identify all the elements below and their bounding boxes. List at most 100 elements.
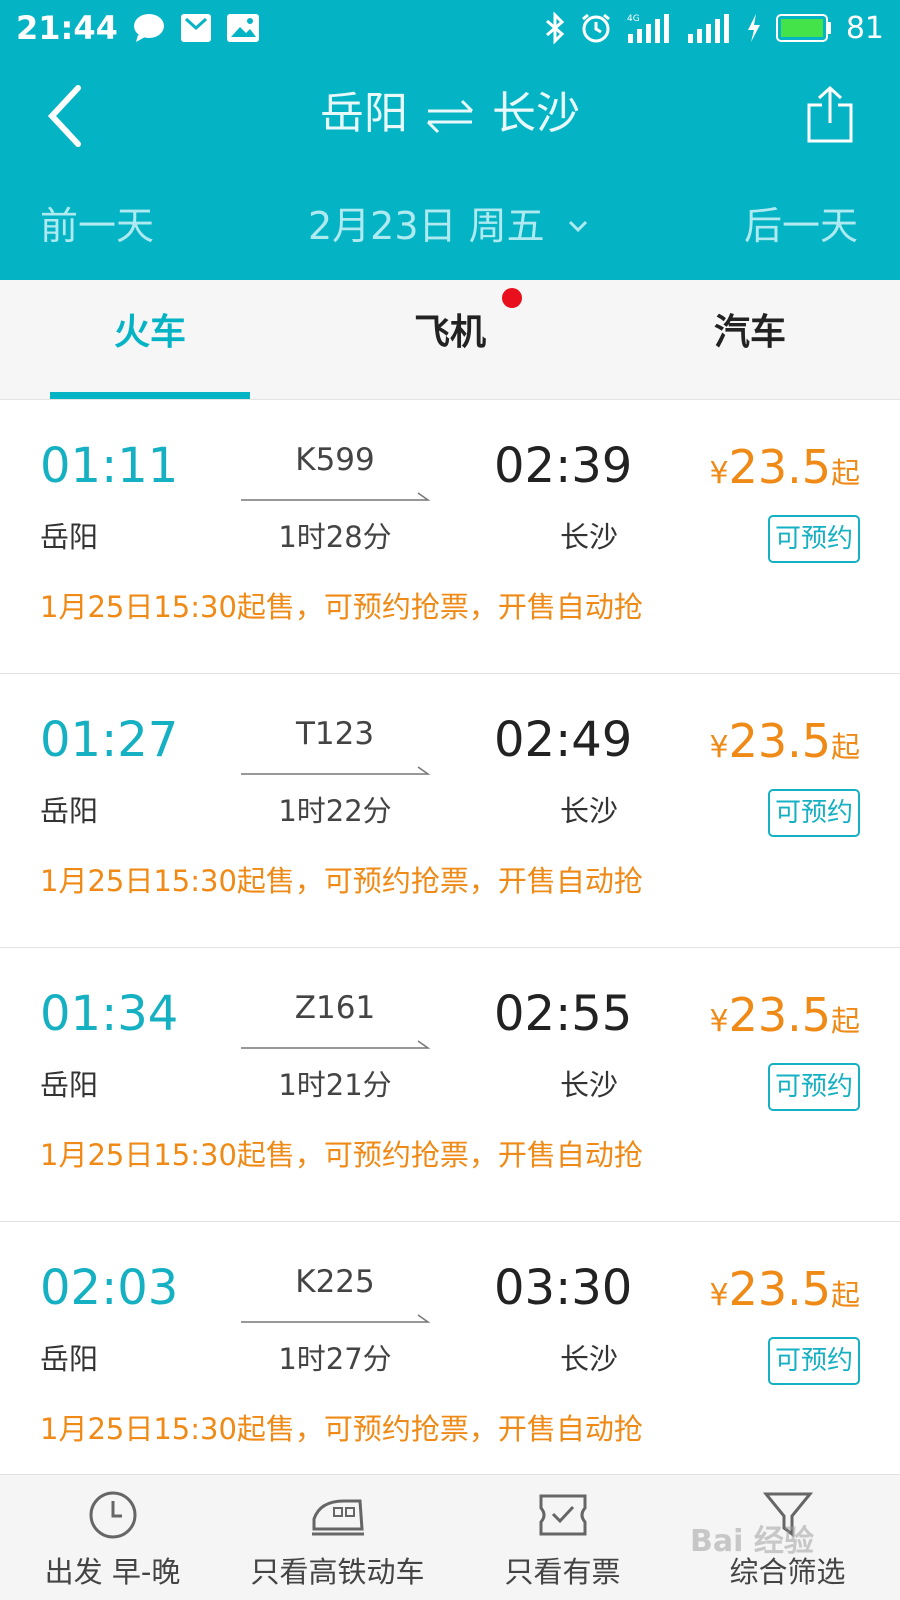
tab-flight-label: 飞机 — [413, 312, 486, 353]
status-badge[interactable]: 可预约 — [768, 1063, 860, 1111]
signal-icon — [686, 12, 732, 44]
currency-symbol: ¥ — [709, 730, 729, 765]
arrival-time: 02:49 — [494, 712, 633, 768]
departure-time: 02:03 — [40, 1260, 179, 1316]
charging-icon — [746, 13, 762, 43]
tab-train[interactable]: 火车 — [0, 280, 300, 400]
alarm-icon — [580, 12, 612, 44]
arrow-right-icon — [241, 492, 431, 501]
price-suffix: 起 — [830, 456, 860, 490]
departure-time: 01:11 — [40, 438, 179, 494]
departure-station: 岳阳 — [40, 1342, 99, 1376]
train-row[interactable]: 02:03 岳阳 K225 1时27分 03:30 长沙 ¥ 23.5 起 可预… — [0, 1222, 900, 1496]
train-number: T123 — [295, 716, 375, 752]
departure-time: 01:27 — [40, 712, 179, 768]
price-amount: 23.5 — [728, 714, 831, 768]
currency-symbol: ¥ — [709, 456, 729, 491]
4g-signal-icon: 4G — [626, 12, 672, 44]
active-tab-indicator — [50, 392, 250, 399]
filter-high-speed-button[interactable]: 只看高铁动车 — [225, 1475, 450, 1600]
sale-note: 1月25日15:30起售，可预约抢票，开售自动抢 — [40, 1412, 643, 1446]
prev-day-button[interactable]: 前一天 — [40, 196, 154, 256]
status-badge[interactable]: 可预约 — [768, 1337, 860, 1385]
tab-flight[interactable]: 飞机 — [300, 280, 600, 400]
train-number: K225 — [295, 1264, 375, 1300]
sale-note: 1月25日15:30起售，可预约抢票，开售自动抢 — [40, 1138, 643, 1172]
departure-station: 岳阳 — [40, 1068, 99, 1102]
price-amount: 23.5 — [728, 1262, 831, 1316]
price: ¥ 23.5 起 — [709, 440, 860, 494]
tab-train-label: 火车 — [113, 312, 186, 353]
filter-available-label: 只看有票 — [504, 1555, 621, 1589]
train-list: 01:11 岳阳 K599 1时28分 02:39 长沙 ¥ 23.5 起 可预… — [0, 400, 900, 1496]
bluetooth-icon — [544, 12, 566, 44]
tab-bus[interactable]: 汽车 — [600, 280, 900, 400]
status-badge[interactable]: 可预约 — [768, 789, 860, 837]
train-number: K599 — [295, 442, 375, 478]
train-row[interactable]: 01:11 岳阳 K599 1时28分 02:39 长沙 ¥ 23.5 起 可预… — [0, 400, 900, 674]
arrow-right-icon — [241, 766, 431, 775]
svg-text:4G: 4G — [627, 14, 640, 24]
arrival-station: 长沙 — [560, 1068, 619, 1102]
departure-station: 岳阳 — [40, 794, 99, 828]
transport-tabs: 火车 飞机 汽车 — [0, 280, 900, 400]
back-button[interactable] — [36, 80, 92, 152]
chevron-left-icon — [47, 85, 81, 147]
price-suffix: 起 — [830, 730, 860, 764]
price: ¥ 23.5 起 — [709, 714, 860, 768]
battery-icon — [775, 13, 832, 43]
ticket-check-icon — [535, 1489, 591, 1541]
watermark: Bai 经验 — [690, 1524, 814, 1559]
mail-icon — [180, 13, 212, 43]
date-row: 前一天 2月23日 周五 后一天 — [0, 196, 900, 256]
price: ¥ 23.5 起 — [709, 988, 860, 1042]
arrow-right-icon — [241, 1314, 431, 1323]
route-title[interactable]: 岳阳 长沙 — [200, 82, 700, 146]
next-day-button[interactable]: 后一天 — [744, 196, 858, 256]
price-suffix: 起 — [830, 1004, 860, 1038]
tab-bus-label: 汽车 — [713, 312, 786, 353]
price-suffix: 起 — [830, 1278, 860, 1312]
currency-symbol: ¥ — [709, 1004, 729, 1039]
arrival-station: 长沙 — [560, 1342, 619, 1376]
train-row[interactable]: 01:34 岳阳 Z161 1时21分 02:55 长沙 ¥ 23.5 起 可预… — [0, 948, 900, 1222]
chat-icon — [132, 13, 166, 43]
route-to: 长沙 — [492, 88, 580, 139]
train-row[interactable]: 01:27 岳阳 T123 1时22分 02:49 长沙 ¥ 23.5 起 可预… — [0, 674, 900, 948]
price-amount: 23.5 — [728, 440, 831, 494]
departure-station: 岳阳 — [40, 520, 99, 554]
filter-high-speed-label: 只看高铁动车 — [250, 1555, 425, 1589]
trip-duration: 1时22分 — [278, 794, 392, 828]
date-picker[interactable]: 2月23日 周五 — [308, 196, 589, 256]
arrival-time: 03:30 — [494, 1260, 633, 1316]
trip-duration: 1时27分 — [278, 1342, 392, 1376]
status-time: 21:44 — [16, 9, 118, 47]
trip-duration: 1时28分 — [278, 520, 392, 554]
clock-icon — [85, 1489, 141, 1541]
header: 岳阳 长沙 前一天 2月23日 周五 后一天 — [0, 56, 900, 280]
filter-departure-time-button[interactable]: 出发 早-晚 — [0, 1475, 225, 1600]
bullet-train-icon — [310, 1489, 366, 1541]
share-icon — [807, 85, 853, 143]
notification-dot — [502, 288, 522, 308]
sale-note: 1月25日15:30起售，可预约抢票，开售自动抢 — [40, 590, 643, 624]
price-amount: 23.5 — [728, 988, 831, 1042]
arrival-station: 长沙 — [560, 794, 619, 828]
route-from: 岳阳 — [320, 88, 408, 139]
price: ¥ 23.5 起 — [709, 1262, 860, 1316]
departure-time: 01:34 — [40, 986, 179, 1042]
arrival-station: 长沙 — [560, 520, 619, 554]
share-button[interactable] — [800, 82, 860, 146]
arrow-right-icon — [241, 1040, 431, 1049]
chevron-down-icon — [568, 220, 587, 233]
selected-date: 2月23日 周五 — [308, 204, 545, 248]
filter-available-button[interactable]: 只看有票 — [450, 1475, 675, 1600]
trip-duration: 1时21分 — [278, 1068, 392, 1102]
currency-symbol: ¥ — [709, 1278, 729, 1313]
image-icon — [226, 13, 260, 43]
arrival-time: 02:55 — [494, 986, 633, 1042]
status-badge[interactable]: 可预约 — [768, 515, 860, 563]
filter-departure-time-label: 出发 早-晚 — [44, 1555, 181, 1589]
train-number: Z161 — [294, 990, 376, 1026]
battery-level: 81 — [845, 10, 884, 46]
